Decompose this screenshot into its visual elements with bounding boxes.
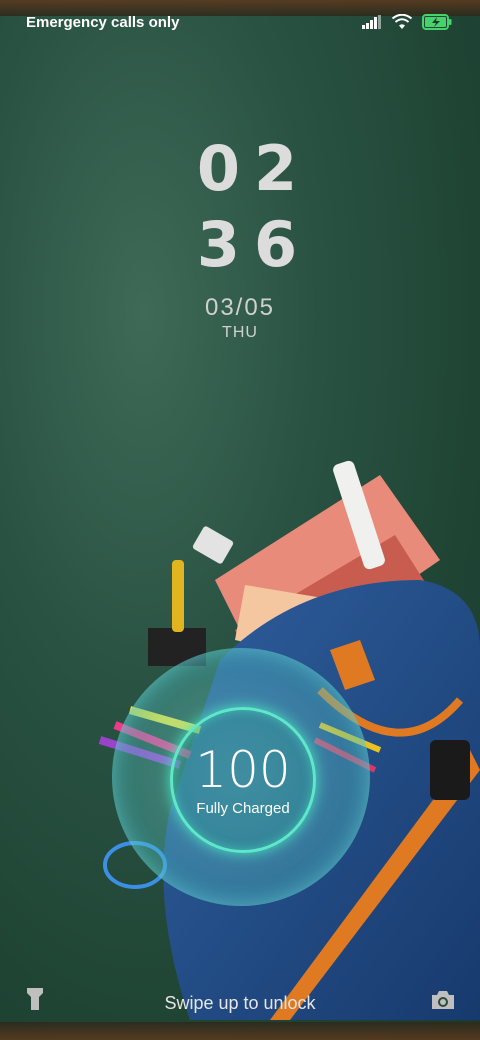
battery-level: 100 bbox=[195, 741, 291, 799]
status-icons bbox=[362, 14, 452, 30]
date-text: 03/05 bbox=[204, 294, 276, 321]
bottom-frame bbox=[0, 1022, 480, 1040]
battery-charging-icon bbox=[422, 14, 452, 30]
charging-status: Fully Charged bbox=[196, 800, 290, 817]
swipe-to-unlock-hint[interactable]: Swipe up to unlock bbox=[0, 993, 480, 1014]
clock-minute: 36 bbox=[196, 208, 312, 281]
clock-hour: 02 bbox=[196, 132, 312, 205]
weekday-text: THU bbox=[222, 324, 258, 341]
wifi-icon bbox=[392, 14, 412, 29]
status-bar: Emergency calls only bbox=[0, 0, 480, 44]
carrier-text: Emergency calls only bbox=[26, 14, 180, 31]
signal-icon bbox=[362, 15, 381, 29]
camera-button[interactable] bbox=[430, 989, 456, 1016]
camera-icon bbox=[432, 991, 454, 1009]
